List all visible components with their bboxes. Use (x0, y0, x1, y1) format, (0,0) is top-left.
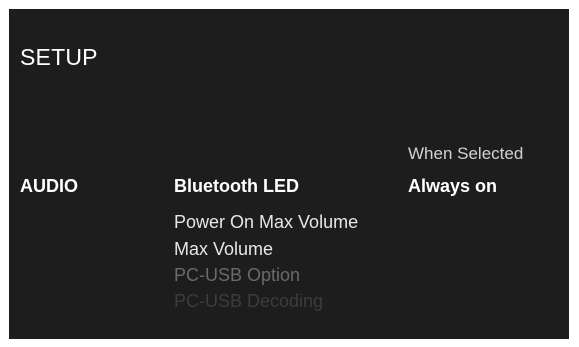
setup-screen: SETUP AUDIO Bluetooth LED Power On Max V… (9, 9, 569, 339)
category-audio[interactable]: AUDIO (20, 176, 78, 197)
option-value[interactable]: Always on (408, 176, 497, 197)
menu-item-pc-usb-decoding[interactable]: PC-USB Decoding (174, 291, 358, 311)
menu-item-max-volume[interactable]: Max Volume (174, 239, 358, 259)
menu-item-power-on-max-volume[interactable]: Power On Max Volume (174, 212, 358, 232)
page-title: SETUP (20, 44, 98, 70)
settings-menu: Bluetooth LED Power On Max Volume Max Vo… (174, 174, 358, 311)
option-header: When Selected (408, 144, 524, 163)
menu-item-bluetooth-led[interactable]: Bluetooth LED (174, 176, 358, 196)
menu-item-pc-usb-option[interactable]: PC-USB Option (174, 265, 358, 285)
